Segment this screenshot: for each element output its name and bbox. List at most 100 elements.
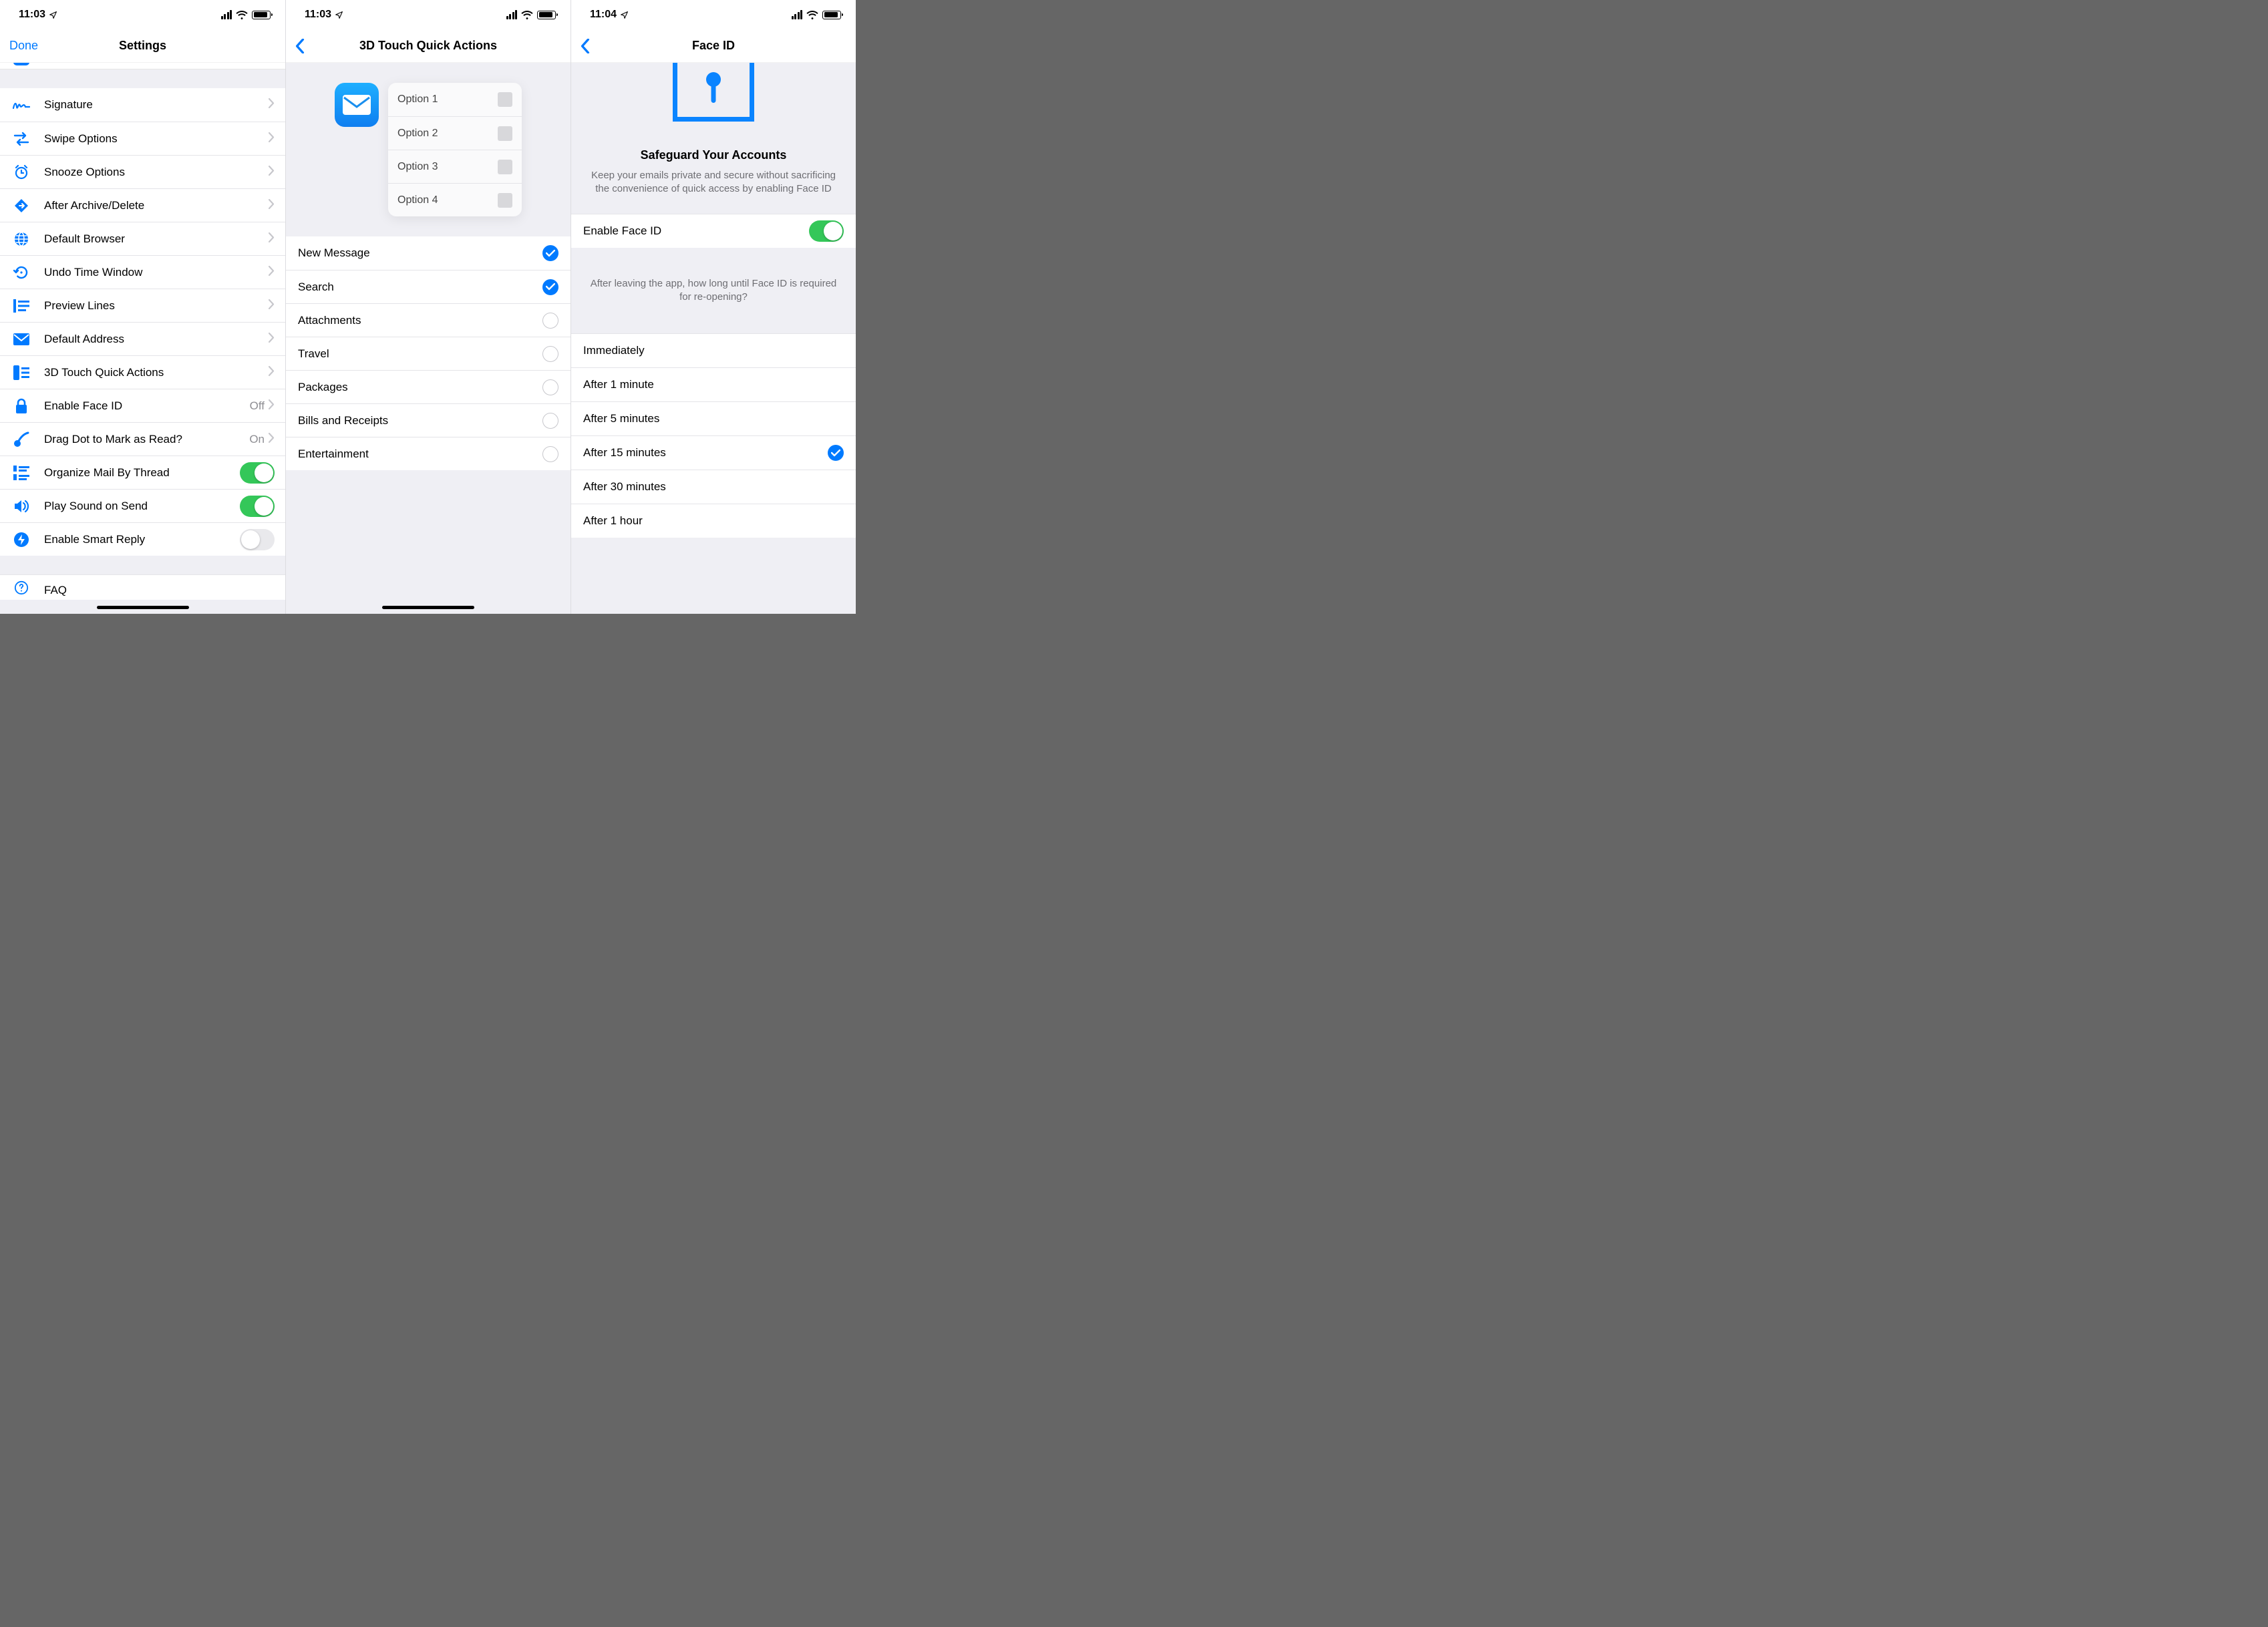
- faceid-timing-option[interactable]: After 5 minutes: [571, 401, 856, 435]
- bolt-circle-icon: [12, 530, 31, 549]
- signature-icon: [12, 96, 31, 114]
- mail-app-icon: [335, 83, 379, 127]
- chevron-right-icon: [269, 166, 275, 179]
- faceid-section-description: After leaving the app, how long until Fa…: [571, 248, 856, 334]
- settings-row[interactable]: Snooze Options: [0, 155, 285, 188]
- row-label: 3D Touch Quick Actions: [44, 366, 269, 379]
- nav-title: Settings: [119, 39, 166, 53]
- quick-action-label: Search: [298, 281, 542, 294]
- quick-action-option[interactable]: Attachments: [286, 303, 571, 337]
- faceid-hero: Safeguard Your Accounts Keep your emails…: [571, 63, 856, 214]
- settings-row[interactable]: Drag Dot to Mark as Read?On: [0, 422, 285, 456]
- row-label: Organize Mail By Thread: [44, 466, 240, 480]
- faceid-timing-label: Immediately: [583, 344, 844, 357]
- quick-action-option[interactable]: Bills and Receipts: [286, 403, 571, 437]
- battery-icon: [252, 11, 271, 19]
- preview-menu-label: Option 3: [397, 161, 438, 173]
- toggle-switch[interactable]: [240, 529, 275, 550]
- preview-menu-item: Option 2: [388, 116, 522, 150]
- statusbar-time: 11:03: [305, 9, 331, 21]
- wifi-icon: [806, 11, 818, 19]
- screen-settings: 11:03 Done Settings Signature Swipe Optio…: [0, 0, 285, 614]
- preview-swatch-icon: [498, 160, 512, 174]
- toggle-switch[interactable]: [240, 496, 275, 517]
- settings-row[interactable]: Default Address: [0, 322, 285, 355]
- settings-row[interactable]: After Archive/Delete: [0, 188, 285, 222]
- row-label: Signature: [44, 98, 269, 112]
- settings-list: Signature Swipe Options Snooze Options Afte…: [0, 88, 285, 556]
- checkmark-unselected-icon: [542, 446, 558, 462]
- settings-row[interactable]: Play Sound on Send: [0, 489, 285, 522]
- faceid-timing-option[interactable]: After 30 minutes: [571, 470, 856, 504]
- preview-menu-item: Option 1: [388, 83, 522, 116]
- settings-row[interactable]: Preview Lines: [0, 289, 285, 322]
- faceid-timing-label: After 1 hour: [583, 514, 844, 528]
- speaker-icon: [12, 497, 31, 516]
- chevron-right-icon: [269, 333, 275, 346]
- battery-icon: [822, 11, 841, 19]
- settings-row[interactable]: Signature: [0, 88, 285, 122]
- enable-faceid-toggle[interactable]: [809, 220, 844, 242]
- quick-action-option[interactable]: Search: [286, 270, 571, 303]
- faceid-timing-option[interactable]: After 1 hour: [571, 504, 856, 538]
- faceid-timing-label: After 5 minutes: [583, 412, 844, 425]
- undo-clock-icon: [12, 263, 31, 282]
- back-button[interactable]: [290, 29, 310, 62]
- chevron-right-icon: [269, 232, 275, 246]
- checkmark-unselected-icon: [542, 346, 558, 362]
- settings-row[interactable]: Enable Smart Reply: [0, 522, 285, 556]
- back-button[interactable]: [575, 29, 595, 62]
- quick-action-option[interactable]: Travel: [286, 337, 571, 370]
- nav-bar: Done Settings: [0, 29, 285, 63]
- quick-action-option[interactable]: New Message: [286, 236, 571, 270]
- quick-action-option[interactable]: Packages: [286, 370, 571, 403]
- status-bar: 11:04: [571, 0, 856, 29]
- wifi-icon: [236, 11, 248, 19]
- faceid-timing-label: After 1 minute: [583, 378, 844, 391]
- settings-row[interactable]: Enable Face IDOff: [0, 389, 285, 422]
- location-icon: [335, 11, 343, 19]
- row-label: Play Sound on Send: [44, 500, 240, 513]
- chevron-right-icon: [269, 433, 275, 446]
- faceid-timing-option[interactable]: After 1 minute: [571, 367, 856, 401]
- quick-action-label: Entertainment: [298, 447, 542, 461]
- settings-row[interactable]: Undo Time Window: [0, 255, 285, 289]
- row-label: Snooze Options: [44, 166, 269, 179]
- settings-row[interactable]: Swipe Options: [0, 122, 285, 155]
- status-bar: 11:03: [0, 0, 285, 29]
- quick-action-label: Attachments: [298, 314, 542, 327]
- row-label: Preview Lines: [44, 299, 269, 313]
- settings-row[interactable]: 3D Touch Quick Actions: [0, 355, 285, 389]
- quick-actions-preview: Option 1Option 2 Option 3 Option 4: [286, 63, 571, 236]
- checkmark-selected-icon: [828, 445, 844, 461]
- faceid-timing-option[interactable]: After 15 minutes: [571, 435, 856, 470]
- row-value: On: [249, 433, 265, 446]
- done-button[interactable]: Done: [9, 29, 38, 62]
- toggle-switch[interactable]: [240, 462, 275, 484]
- preview-menu-label: Option 4: [397, 194, 438, 206]
- enable-faceid-row[interactable]: Enable Face ID: [571, 214, 856, 248]
- partial-faq-row[interactable]: FAQ: [0, 574, 285, 600]
- lock-icon: [12, 397, 31, 415]
- quick-actions-icon: [12, 363, 31, 382]
- row-label: Enable Smart Reply: [44, 533, 240, 546]
- chevron-right-icon: [269, 98, 275, 112]
- screen-face-id: 11:04 Face ID: [571, 0, 856, 614]
- enable-faceid-label: Enable Face ID: [583, 224, 809, 238]
- settings-row[interactable]: Default Browser: [0, 222, 285, 255]
- quick-action-option[interactable]: Entertainment: [286, 437, 571, 470]
- quick-action-label: New Message: [298, 246, 542, 260]
- partial-row-top: [0, 63, 285, 69]
- settings-row[interactable]: Organize Mail By Thread: [0, 456, 285, 489]
- chevron-right-icon: [269, 199, 275, 212]
- keyhole-icon: [705, 72, 721, 108]
- faceid-timing-option[interactable]: Immediately: [571, 333, 856, 367]
- thread-icon: [12, 464, 31, 482]
- preview-swatch-icon: [498, 193, 512, 208]
- nav-bar: 3D Touch Quick Actions: [286, 29, 571, 63]
- nav-title: 3D Touch Quick Actions: [359, 39, 497, 53]
- row-label: Default Browser: [44, 232, 269, 246]
- checkmark-selected-icon: [542, 245, 558, 261]
- chevron-right-icon: [269, 132, 275, 146]
- chevron-right-icon: [269, 266, 275, 279]
